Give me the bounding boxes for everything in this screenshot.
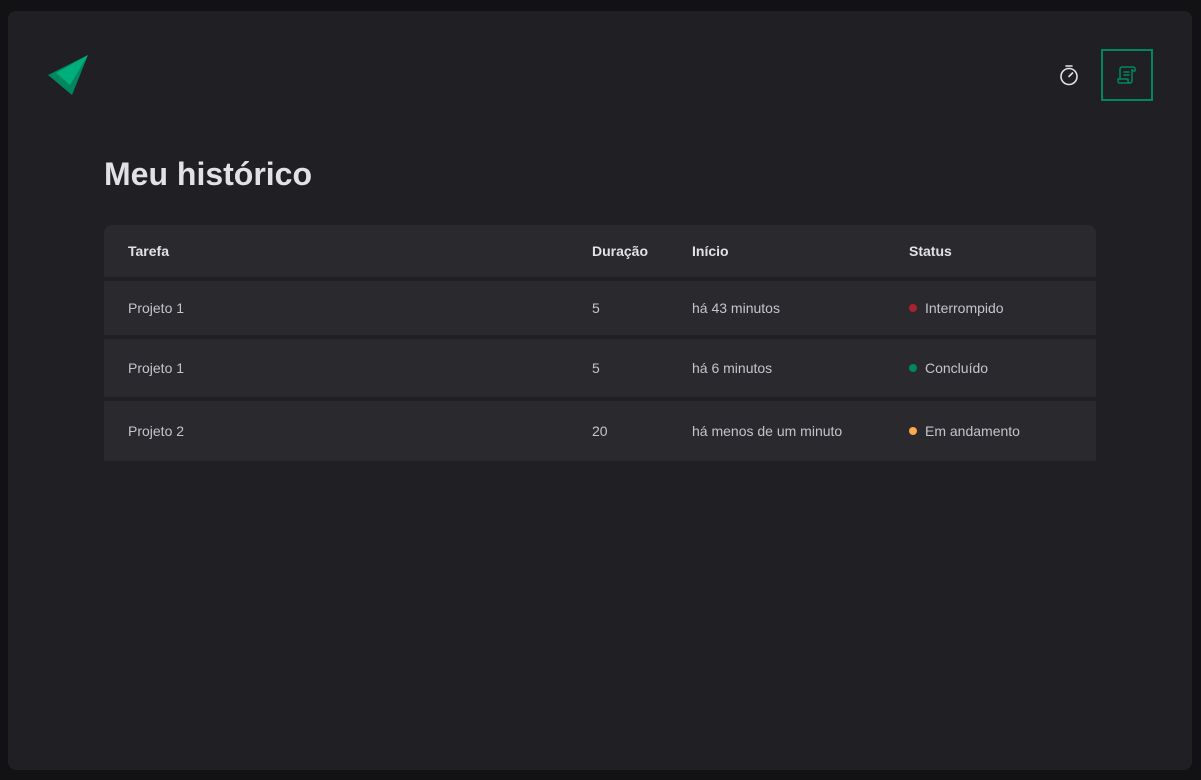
app-container: Meu histórico Tarefa Duração Início Stat…: [8, 11, 1192, 770]
logo: [48, 55, 88, 95]
status-label: Em andamento: [925, 423, 1020, 439]
table-header-row: Tarefa Duração Início Status: [104, 225, 1096, 281]
scroll-icon: [1117, 66, 1136, 84]
cell-duration: 5: [592, 279, 692, 337]
cell-status: Interrompido: [909, 279, 1096, 337]
cell-duration: 5: [592, 335, 692, 399]
nav-timer-link[interactable]: [1045, 51, 1093, 99]
status-badge: Em andamento: [909, 423, 1096, 439]
page-title: Meu histórico: [104, 156, 313, 192]
table-row: Projeto 1 5 há 43 minutos Interrompido: [104, 279, 1096, 337]
header-start: Início: [692, 225, 909, 281]
timer-icon: [1060, 65, 1078, 86]
header-status: Status: [909, 225, 1096, 281]
header-duration: Duração: [592, 225, 692, 281]
cell-status: Concluído: [909, 335, 1096, 399]
header: [48, 49, 1153, 101]
cell-start: há 6 minutos: [692, 335, 909, 399]
table-row: Projeto 1 5 há 6 minutos Concluído: [104, 335, 1096, 399]
history-table-container: Tarefa Duração Início Status Projeto 1 5…: [104, 225, 1096, 461]
status-label: Concluído: [925, 360, 989, 376]
status-dot: [909, 364, 917, 372]
cell-duration: 20: [592, 397, 692, 461]
logo-icon: [48, 55, 88, 95]
cell-task: Projeto 1: [104, 335, 592, 399]
header-task: Tarefa: [104, 225, 592, 281]
status-badge: Interrompido: [909, 300, 1096, 316]
status-badge: Concluído: [909, 360, 1096, 376]
nav-history-link[interactable]: [1101, 49, 1153, 101]
cell-task: Projeto 1: [104, 279, 592, 337]
status-dot: [909, 427, 917, 435]
cell-task: Projeto 2: [104, 397, 592, 461]
table-row: Projeto 2 20 há menos de um minuto Em an…: [104, 397, 1096, 461]
main-nav: [1045, 49, 1153, 101]
cell-start: há menos de um minuto: [692, 397, 909, 461]
history-table: Tarefa Duração Início Status Projeto 1 5…: [104, 225, 1096, 461]
status-dot: [909, 304, 917, 312]
cell-start: há 43 minutos: [692, 279, 909, 337]
status-label: Interrompido: [925, 300, 1004, 316]
cell-status: Em andamento: [909, 397, 1096, 461]
